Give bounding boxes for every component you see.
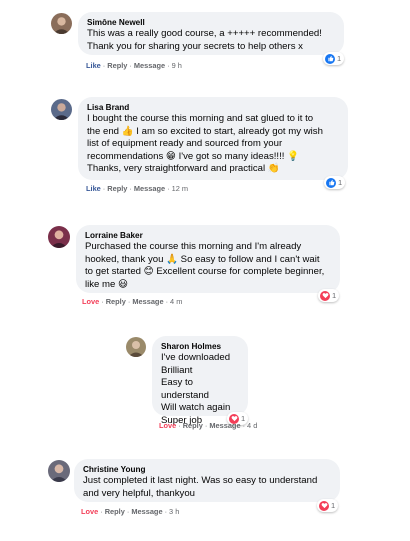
comment-text-line: and very helpful, thankyou — [83, 487, 196, 499]
comment-text-line: Easy to understand — [161, 377, 210, 401]
comment-author[interactable]: Lisa Brand — [87, 102, 339, 113]
comment-author[interactable]: Christine Young — [83, 464, 331, 475]
comment-text-line: Thanks, very straightforward and practic… — [87, 163, 280, 175]
message-button[interactable]: Message — [132, 297, 163, 306]
comment-author[interactable]: Lorraine Baker — [85, 230, 331, 241]
reply-button[interactable]: Reply — [107, 184, 127, 193]
comment-bubble: Simône Newell This was a really good cou… — [78, 12, 344, 55]
comment-text-line: like me 😃 — [85, 278, 129, 290]
comment-text-line: Thank you for sharing your secrets to he… — [87, 40, 303, 52]
comment-author[interactable]: Simône Newell — [87, 17, 335, 28]
comment-text-line: the end 👍 I am so excited to start, alre… — [87, 125, 323, 137]
timestamp[interactable]: 12 m — [172, 184, 188, 193]
reaction-count: 1 — [338, 178, 343, 187]
avatar[interactable] — [126, 337, 146, 357]
comment-bubble: Sharon Holmes I've downloaded Brilliant … — [152, 336, 248, 426]
reply-button[interactable]: Reply — [105, 507, 125, 516]
reaction-count-badge[interactable]: 1 — [323, 52, 345, 65]
timestamp[interactable]: 4 d — [247, 421, 257, 430]
comment-text-line: list of equipment ready and sourced from… — [87, 138, 283, 150]
comment-bubble: Lorraine Baker Purchased the course this… — [76, 225, 340, 293]
reaction-count-badge[interactable]: 1 — [318, 289, 340, 302]
message-button[interactable]: Message — [209, 421, 240, 430]
comment-text-line: This was a really good course, a +++++ r… — [87, 28, 322, 39]
comment-text-line: hooked, thank you 🙏 So easy to follow an… — [85, 253, 320, 265]
comment-actions: Love · Reply · Message · 4 d — [159, 421, 258, 430]
reaction-count-badge[interactable]: 1 — [317, 499, 339, 512]
love-button[interactable]: Love — [81, 507, 98, 516]
comment-text-line: Just completed it last night. Was so eas… — [83, 475, 318, 486]
like-icon — [325, 53, 335, 64]
comment-text-line: I've downloaded — [161, 352, 231, 363]
reaction-count: 1 — [331, 501, 336, 510]
timestamp[interactable]: 4 m — [170, 297, 182, 306]
comment-text-line: I bought the course this morning and sat… — [87, 113, 314, 124]
reaction-count: 1 — [332, 291, 337, 300]
comment-actions: Like · Reply · Message · 9 h — [86, 61, 182, 70]
comment-text-line: recommendations 😁 I've got so many ideas… — [87, 150, 300, 162]
avatar[interactable] — [51, 99, 72, 120]
message-button[interactable]: Message — [134, 184, 165, 193]
comment-actions: Like · Reply · Message · 12 m — [86, 184, 189, 193]
comment-bubble: Christine Young Just completed it last n… — [74, 459, 340, 502]
heart-icon — [320, 290, 330, 301]
timestamp[interactable]: 9 h — [172, 61, 182, 70]
reply-button[interactable]: Reply — [106, 297, 126, 306]
heart-icon — [319, 500, 329, 511]
comment-text-line: to get started 😊 Excellent course for co… — [85, 266, 325, 278]
like-button[interactable]: Like — [86, 61, 101, 70]
timestamp[interactable]: 3 h — [169, 507, 179, 516]
like-icon — [326, 177, 336, 188]
love-button[interactable]: Love — [82, 297, 99, 306]
comment-author[interactable]: Sharon Holmes — [161, 341, 239, 352]
avatar[interactable] — [48, 226, 70, 248]
reaction-count: 1 — [337, 54, 342, 63]
reply-button[interactable]: Reply — [107, 61, 127, 70]
comment-text-line: Brilliant — [161, 364, 193, 376]
reply-button[interactable]: Reply — [183, 421, 203, 430]
comment-bubble: Lisa Brand I bought the course this morn… — [78, 97, 348, 180]
message-button[interactable]: Message — [134, 61, 165, 70]
message-button[interactable]: Message — [131, 507, 162, 516]
like-button[interactable]: Like — [86, 184, 101, 193]
comment-text-line: Purchased the course this morning and I'… — [85, 241, 302, 252]
comment-actions: Love · Reply · Message · 3 h — [81, 507, 180, 516]
avatar[interactable] — [51, 13, 72, 34]
comment-actions: Love · Reply · Message · 4 m — [82, 297, 183, 306]
avatar[interactable] — [48, 460, 70, 482]
love-button[interactable]: Love — [159, 421, 176, 430]
reaction-count-badge[interactable]: 1 — [324, 176, 346, 189]
comment-text-line: Will watch again — [161, 402, 231, 414]
